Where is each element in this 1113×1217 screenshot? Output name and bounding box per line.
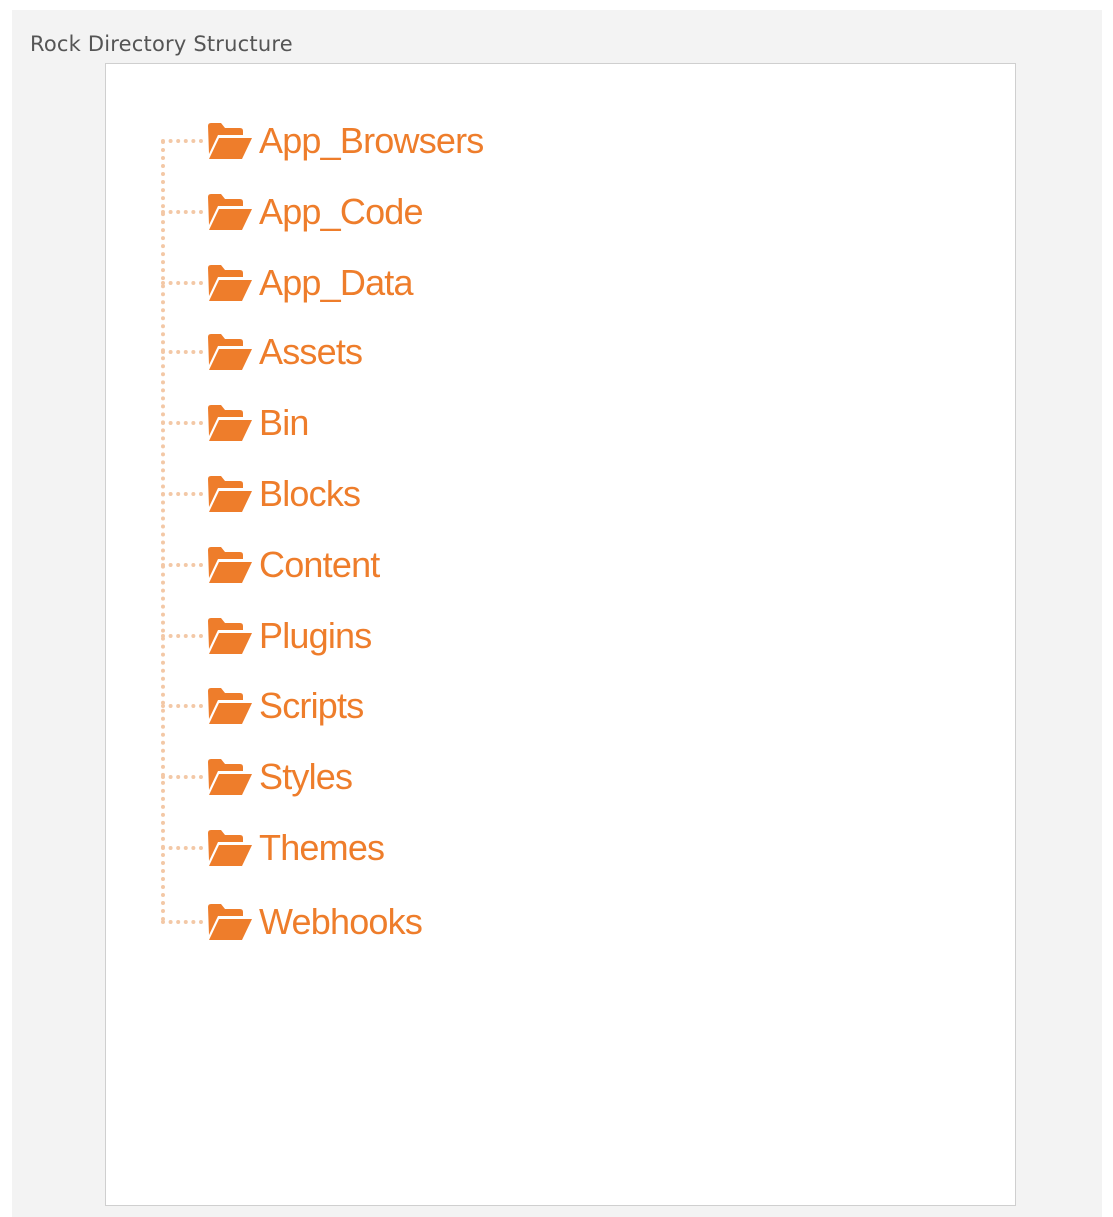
tree-item-assets[interactable]: Assets [161,329,363,375]
folder-label: Plugins [259,615,372,656]
tree-item-blocks[interactable]: Blocks [161,471,361,517]
tree-branch-connector [161,846,203,850]
folder-label: App_Data [259,262,414,303]
folder-label: Blocks [259,473,361,514]
tree-item-plugins[interactable]: Plugins [161,613,372,659]
folder-open-icon [208,618,252,654]
folder-label: Content [259,544,380,585]
folder-label: Themes [259,827,385,868]
tree-branch-connector [161,775,203,779]
folder-open-icon [208,123,252,159]
tree-item-bin[interactable]: Bin [161,400,309,446]
tree-branch-connector [161,350,203,354]
folder-open-icon [208,476,252,512]
folder-open-icon [208,547,252,583]
tree-branch-connector [161,563,203,567]
figure-caption: Rock Directory Structure [30,32,293,56]
tree-branch-connector [161,281,203,285]
tree-item-scripts[interactable]: Scripts [161,683,364,729]
tree-branch-connector [161,634,203,638]
tree-item-webhooks[interactable]: Webhooks [161,899,423,945]
folder-label: Scripts [259,685,364,726]
tree-item-styles[interactable]: Styles [161,754,353,800]
tree-branch-connector [161,210,203,214]
tree-vertical-connector [161,140,165,922]
tree-branch-connector [161,704,203,708]
tree-branch-connector [161,421,203,425]
folder-open-icon [208,334,252,370]
tree-item-app-data[interactable]: App_Data [161,260,414,306]
folder-label: Assets [259,331,363,372]
folder-open-icon [208,904,252,940]
tree-item-themes[interactable]: Themes [161,825,385,871]
tree-item-content[interactable]: Content [161,542,380,588]
folder-label: App_Browsers [259,120,484,161]
tree-item-app-code[interactable]: App_Code [161,189,424,235]
tree-branch-connector [161,920,203,924]
tree-branch-connector [161,139,203,143]
tree-item-app-browsers[interactable]: App_Browsers [161,118,484,164]
folder-label: Bin [259,402,309,443]
folder-open-icon [208,265,252,301]
folder-open-icon [208,688,252,724]
folder-open-icon [208,759,252,795]
folder-open-icon [208,830,252,866]
folder-open-icon [208,194,252,230]
folder-label: App_Code [259,191,424,232]
folder-label: Styles [259,756,353,797]
folder-label: Webhooks [259,901,423,942]
tree-branch-connector [161,492,203,496]
folder-open-icon [208,405,252,441]
